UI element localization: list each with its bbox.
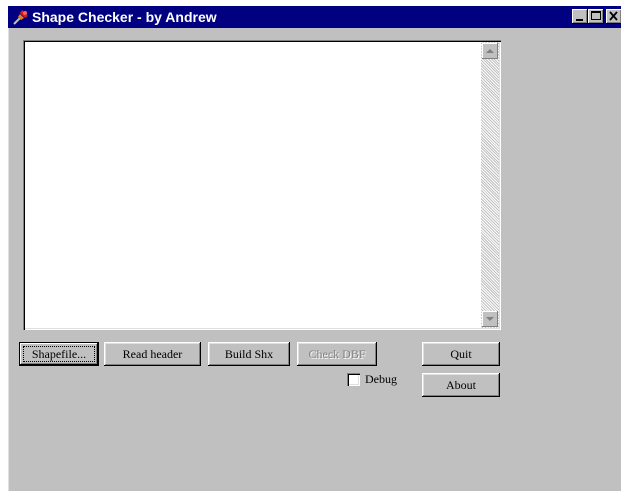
maximize-button[interactable] [588,9,604,24]
main-window: Shape Checker - by Andrew Shapefile... R… [8,6,621,491]
quit-button-label: Quit [450,347,472,361]
check-dbf-button[interactable]: Check DBF [297,342,377,366]
vertical-scrollbar[interactable] [481,42,499,328]
scroll-down-button[interactable] [482,311,498,327]
window-title: Shape Checker - by Andrew [32,9,217,25]
about-button[interactable]: About [422,373,500,397]
build-shx-button-label: Build Shx [224,347,274,361]
shapefile-button-label: Shapefile... [31,347,87,361]
read-header-button-label: Read header [122,347,183,361]
debug-checkbox-label[interactable]: Debug [365,371,397,387]
minimize-button[interactable] [572,9,588,24]
check-dbf-button-label: Check DBF [308,347,366,361]
close-button[interactable] [606,9,621,24]
output-text-area[interactable] [23,40,501,330]
pin-icon [12,8,30,26]
scroll-up-button[interactable] [482,43,498,59]
read-header-button[interactable]: Read header [104,342,201,366]
quit-button[interactable]: Quit [422,342,500,366]
about-button-label: About [446,378,476,392]
shapefile-button[interactable]: Shapefile... [19,342,99,366]
debug-checkbox[interactable] [347,373,360,386]
build-shx-button[interactable]: Build Shx [208,342,290,366]
title-bar[interactable]: Shape Checker - by Andrew [8,6,621,28]
